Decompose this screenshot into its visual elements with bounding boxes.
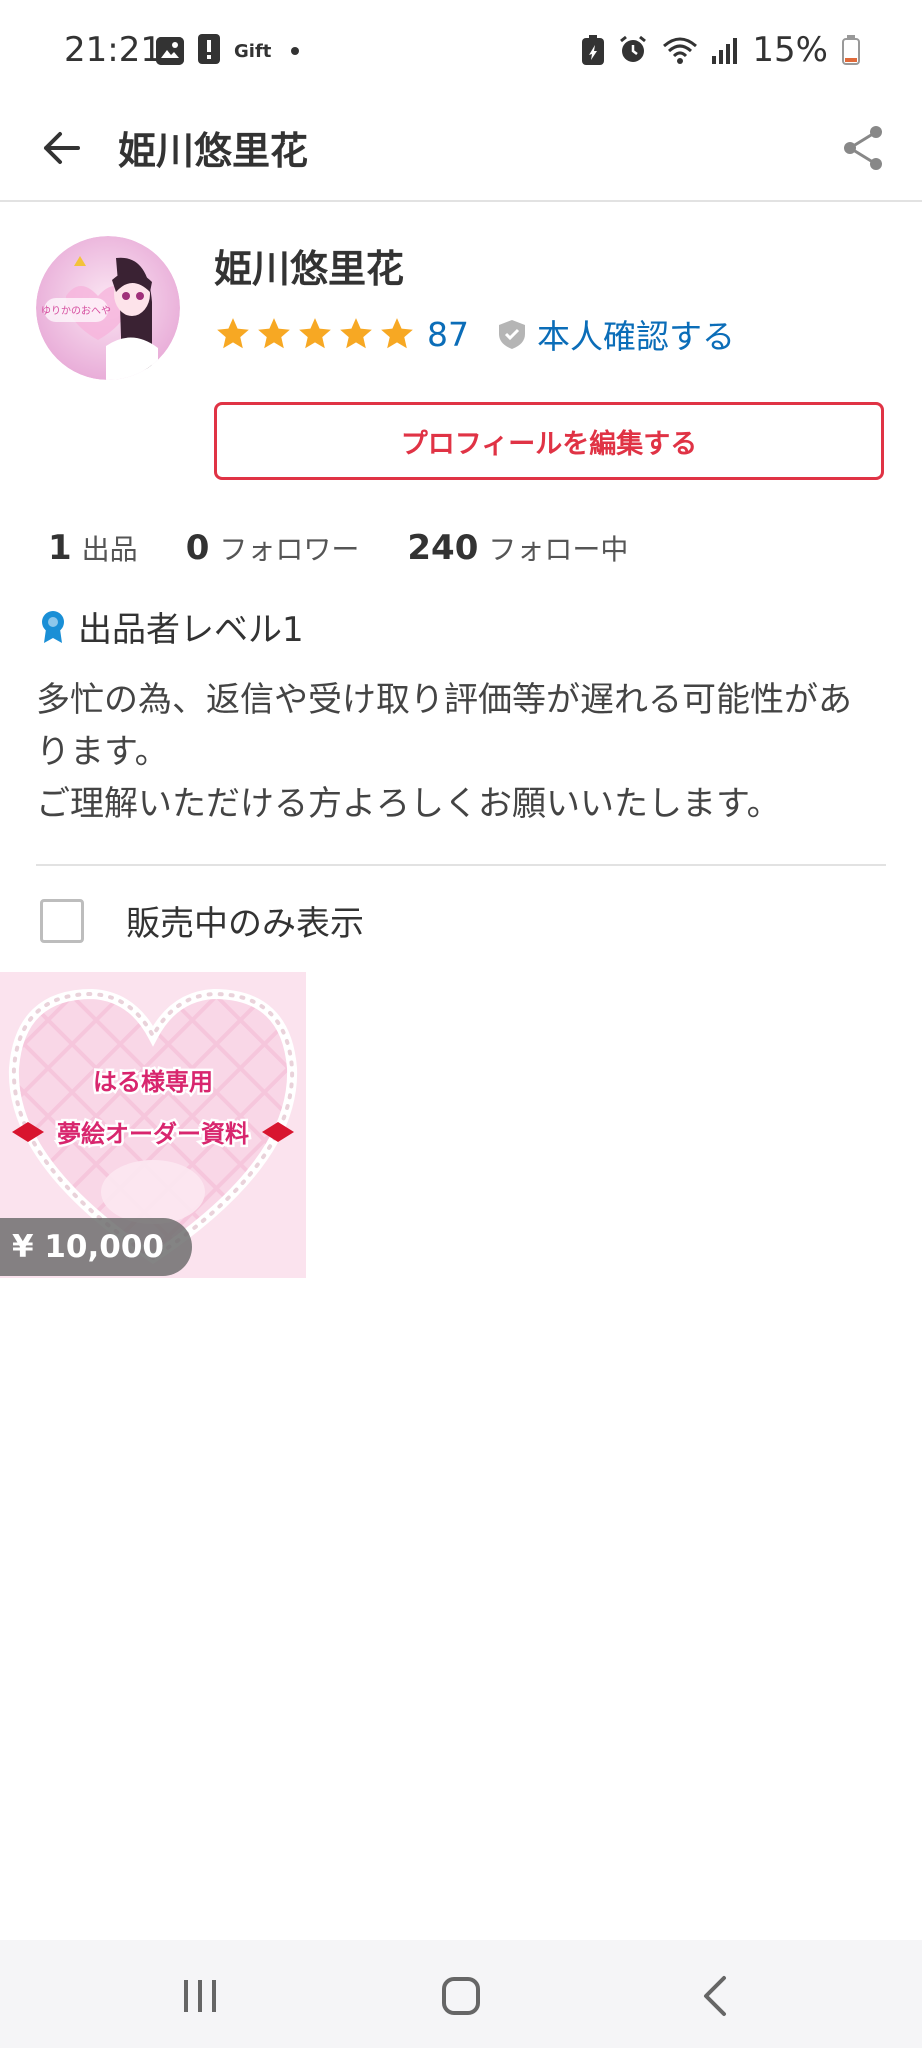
app-bar: 姫川悠里花 [0,100,922,202]
system-nav-bar [0,1940,922,2048]
status-bar: 21:21 Gift 15% [0,0,922,100]
avatar[interactable]: ゆりかのおへや [36,236,180,380]
bio-line: ります。 [36,732,169,772]
rating[interactable]: 87 本人確認する [214,310,735,358]
seller-level-label: 出品者レベル1 [78,610,304,650]
profile-name: 姫川悠里花 [214,247,405,291]
alert-icon [198,34,220,68]
profile-stats: 1 出品 0 フォロワー 240 フォロー中 [48,528,676,568]
status-time: 21:21 [64,30,162,70]
stat-listings[interactable]: 1 出品 [48,528,138,568]
item-price: ¥ 10,000 [0,1218,192,1276]
edit-profile-button[interactable]: プロフィールを編集する [214,402,884,480]
battery-percent: 15% [752,30,828,70]
stat-value: 1 [48,528,72,568]
home-icon[interactable] [431,1966,491,2026]
verify-label: 本人確認する [537,317,735,356]
seller-level[interactable]: 出品者レベル1 [38,602,304,651]
stat-followers[interactable]: 0 フォロワー [186,528,360,568]
star-icon [299,318,331,349]
star-icon [381,318,413,349]
star-icon [258,318,290,349]
back-nav-icon[interactable] [686,1966,746,2026]
on-sale-checkbox[interactable] [40,898,84,943]
on-sale-filter[interactable]: 販売中のみ表示 [40,896,364,945]
gift-label: Gift [234,40,272,62]
medal-icon [42,610,64,643]
arrow-left-icon[interactable] [32,118,92,178]
bio-line: 多忙の為、返信や受け取り評価等が遅れる可能性があ [36,680,852,720]
avatar-text: ゆりかのおへや [41,305,111,317]
share-icon[interactable] [834,118,894,178]
signal-icon [712,38,738,64]
bio-line: ご理解いただける方よろしくお願いいたします。 [36,784,781,824]
gallery-icon [156,37,184,65]
stat-label: フォロー中 [488,533,629,566]
stat-label: フォロワー [219,533,360,566]
stat-following[interactable]: 240 フォロー中 [407,528,628,568]
item-title-line1: はる様専用 [93,1068,213,1096]
stat-label: 出品 [81,533,138,566]
battery-saver-icon [582,35,605,65]
stat-value: 0 [185,528,210,568]
battery-icon [842,35,860,65]
on-sale-label: 販売中のみ表示 [126,904,364,944]
shield-check-icon [499,320,525,349]
notification-icons: Gift [156,34,300,68]
verify-link[interactable]: 本人確認する [497,310,735,358]
star-icon [217,318,249,349]
rating-count[interactable]: 87 [427,315,469,354]
system-icons: 15% [582,30,860,70]
page-title: 姫川悠里花 [118,129,309,173]
alarm-icon [620,35,647,62]
more-dot-icon [291,47,300,55]
stat-value: 240 [407,528,479,568]
item-title-line2: 夢絵オーダー資料 [57,1120,249,1148]
star-icon [340,318,372,349]
recent-apps-icon[interactable] [170,1966,230,2026]
profile-bio: 多忙の為、返信や受け取り評価等が遅れる可能性があ ります。 ご理解いただける方よ… [36,674,896,830]
divider [36,864,886,866]
wifi-icon [663,37,698,64]
